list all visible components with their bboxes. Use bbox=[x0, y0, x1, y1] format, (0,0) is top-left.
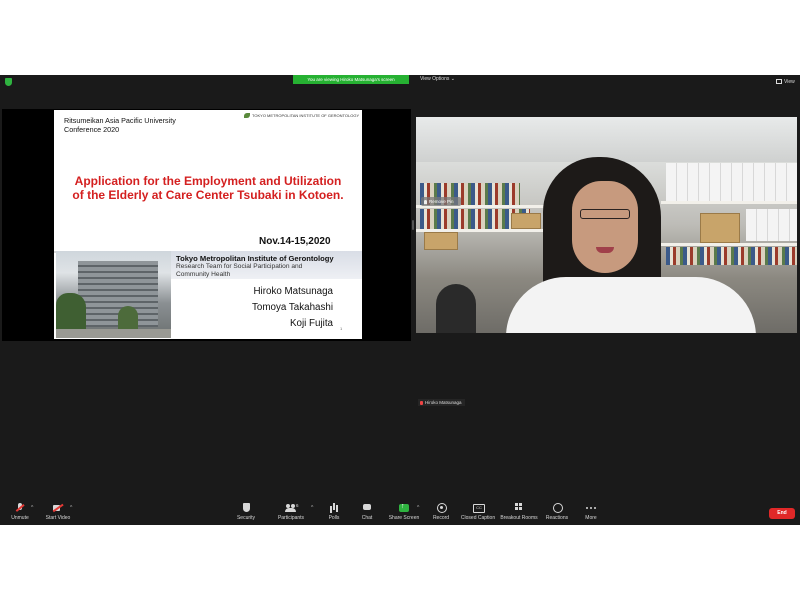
more-icon bbox=[585, 503, 597, 513]
polls-button[interactable]: Polls bbox=[322, 503, 346, 524]
participants-count: 6 bbox=[296, 503, 299, 508]
reactions-button[interactable]: Reactions bbox=[543, 503, 571, 524]
slide-date: Nov.14-15,2020 bbox=[259, 236, 331, 247]
shared-screen: Ritsumeikan Asia Pacific University Conf… bbox=[2, 109, 411, 341]
slide-team-line2: Community Health bbox=[176, 271, 231, 278]
more-button[interactable]: More bbox=[579, 503, 603, 524]
video-off-icon bbox=[52, 503, 64, 513]
closed-caption-icon bbox=[472, 503, 485, 513]
slide-page-number: 1 bbox=[340, 326, 343, 331]
folders bbox=[666, 163, 797, 201]
reactions-label: Reactions bbox=[545, 515, 569, 521]
security-icon bbox=[240, 503, 252, 513]
participant-name-tag: Hiroko Matsunaga bbox=[418, 399, 465, 406]
presentation-slide: Ritsumeikan Asia Pacific University Conf… bbox=[54, 110, 362, 339]
share-screen-label: Share Screen bbox=[388, 515, 420, 521]
remove-pin-button[interactable]: Remove Pin bbox=[421, 197, 461, 206]
reactions-icon bbox=[551, 503, 563, 513]
polls-label: Polls bbox=[328, 515, 340, 521]
unmute-label: Unmute bbox=[11, 515, 29, 521]
glasses bbox=[580, 209, 630, 219]
chat-label: Chat bbox=[361, 515, 373, 521]
audio-options-caret[interactable]: ^ bbox=[31, 505, 33, 511]
bookshelf-books bbox=[666, 247, 797, 265]
institute-logo: TOKYO METROPOLITAN INSTITUTE OF GERONTOL… bbox=[244, 113, 360, 119]
share-screen-button[interactable]: Share Screen bbox=[387, 503, 421, 524]
closed-caption-label: Closed Caption bbox=[460, 515, 496, 521]
participant-face bbox=[572, 181, 638, 273]
polls-icon bbox=[328, 503, 340, 513]
end-button[interactable]: End bbox=[769, 508, 795, 519]
view-button[interactable]: View bbox=[776, 79, 795, 86]
author-2: Tomoya Takahashi bbox=[252, 302, 333, 313]
unmute-button[interactable]: Unmute bbox=[6, 503, 34, 524]
video-options-caret[interactable]: ^ bbox=[70, 505, 72, 511]
chat-button[interactable]: Chat bbox=[355, 503, 379, 524]
slide-team-line1: Research Team for Social Participation a… bbox=[176, 263, 303, 270]
top-bar: You are viewing Hiroko Matsunaga's scree… bbox=[0, 75, 800, 89]
breakout-rooms-label: Breakout Rooms bbox=[500, 515, 538, 521]
more-label: More bbox=[585, 515, 597, 521]
record-button[interactable]: Record bbox=[428, 503, 454, 524]
cardboard-box bbox=[424, 232, 458, 250]
shelf bbox=[661, 201, 797, 204]
slide-university: Ritsumeikan Asia Pacific University bbox=[64, 116, 176, 125]
ceiling bbox=[416, 117, 797, 162]
view-options-menu[interactable]: View Options ⌄ bbox=[420, 76, 455, 83]
view-label: View bbox=[784, 79, 795, 85]
slide-title-line2: of the Elderly at Care Center Tsubaki in… bbox=[72, 188, 344, 202]
slide-conference: Conference 2020 bbox=[64, 125, 120, 134]
participant-name: Hiroko Matsunaga bbox=[425, 400, 462, 405]
building-photo bbox=[56, 251, 171, 338]
author-3: Koji Fujita bbox=[289, 318, 333, 329]
breakout-rooms-icon bbox=[513, 503, 525, 513]
participant-body bbox=[506, 277, 756, 333]
meeting-toolbar: Unmute ^ Start Video ^ Security Particip… bbox=[0, 500, 800, 525]
breakout-rooms-button[interactable]: Breakout Rooms bbox=[500, 503, 538, 524]
institute-logo-icon bbox=[244, 113, 250, 119]
slide-title-line1: Application for the Employment and Utili… bbox=[74, 174, 342, 188]
mic-muted-icon bbox=[14, 503, 26, 513]
chat-icon bbox=[361, 503, 373, 513]
split-view-handle[interactable] bbox=[412, 220, 414, 230]
record-label: Record bbox=[432, 515, 450, 521]
folders bbox=[746, 209, 797, 241]
view-grid-icon bbox=[776, 79, 782, 85]
participants-options-caret[interactable]: ^ bbox=[311, 505, 313, 511]
background-person bbox=[436, 284, 476, 333]
cardboard-box bbox=[511, 213, 541, 229]
cardboard-box bbox=[700, 213, 740, 243]
viewing-banner: You are viewing Hiroko Matsunaga's scree… bbox=[293, 75, 409, 84]
institute-logo-text: TOKYO METROPOLITAN INSTITUTE OF GERONTOL… bbox=[252, 113, 360, 118]
participants-button[interactable]: Participants bbox=[274, 503, 308, 524]
remove-pin-label: Remove Pin bbox=[429, 199, 454, 204]
start-video-label: Start Video bbox=[45, 515, 71, 521]
ground bbox=[56, 329, 171, 338]
share-screen-icon bbox=[398, 503, 410, 513]
share-options-caret[interactable]: ^ bbox=[417, 505, 419, 511]
security-button[interactable]: Security bbox=[232, 503, 260, 524]
shelf bbox=[661, 243, 797, 246]
muted-mic-icon bbox=[420, 400, 423, 405]
slide-institute: Tokyo Metropolitan Institute of Gerontol… bbox=[176, 254, 334, 263]
security-label: Security bbox=[236, 515, 256, 521]
pin-icon bbox=[424, 199, 427, 204]
author-1: Hiroko Matsunaga bbox=[253, 286, 333, 297]
record-icon bbox=[435, 503, 447, 513]
closed-caption-button[interactable]: Closed Caption bbox=[459, 503, 497, 524]
security-shield-icon[interactable] bbox=[5, 78, 12, 86]
participants-label: Participants bbox=[277, 515, 305, 521]
participant-video[interactable] bbox=[416, 117, 797, 333]
